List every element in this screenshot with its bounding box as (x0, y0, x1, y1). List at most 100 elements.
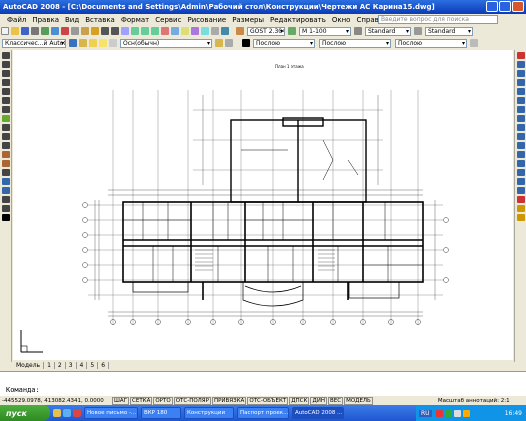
menu-tools[interactable]: Сервис (152, 16, 184, 24)
menu-file[interactable]: Файл (4, 16, 29, 24)
minimize-button[interactable] (486, 1, 498, 12)
multiline-text-icon[interactable] (2, 214, 10, 221)
grid-toggle[interactable]: СЕТКА (130, 396, 153, 405)
lwt-toggle[interactable]: ВЕС (327, 396, 344, 405)
workspace-select[interactable]: Классичес...й AutoCAD (2, 38, 66, 48)
draw-order-icon[interactable] (517, 205, 525, 212)
workspace-settings-icon[interactable] (69, 39, 77, 47)
menu-format[interactable]: Формат (118, 16, 152, 24)
spline-icon[interactable] (2, 124, 10, 131)
pan-icon[interactable] (121, 27, 129, 35)
polyline-icon[interactable] (2, 70, 10, 77)
ortho-toggle[interactable]: ОРТО (153, 396, 173, 405)
dim-style-select[interactable]: М 1-100 (299, 26, 351, 36)
layer-properties-icon[interactable] (79, 39, 87, 47)
zoom-icon[interactable] (131, 27, 139, 35)
polygon-icon[interactable] (2, 79, 10, 86)
fillet-icon[interactable] (517, 187, 525, 194)
menu-insert[interactable]: Вставка (82, 16, 118, 24)
break-icon[interactable] (517, 160, 525, 167)
language-indicator[interactable]: RU (419, 409, 432, 417)
paste-icon[interactable] (81, 27, 89, 35)
calculator-icon[interactable] (211, 27, 219, 35)
annotation-scale[interactable]: Масштаб аннотаций: 2:1 (438, 398, 510, 404)
task-autocad[interactable]: AutoCAD 2008 ... (292, 407, 344, 419)
tab-layout-1[interactable]: 1 (44, 362, 55, 369)
line-icon[interactable] (2, 52, 10, 59)
arc-icon[interactable] (2, 97, 10, 104)
save-icon[interactable] (21, 27, 29, 35)
drawing-canvas[interactable]: План 1 этажа (13, 50, 513, 360)
menu-modify[interactable]: Редактировать (267, 16, 329, 24)
table-icon[interactable] (2, 205, 10, 212)
break-at-point-icon[interactable] (517, 151, 525, 158)
make-layer-current-icon[interactable] (215, 39, 223, 47)
circle-icon[interactable] (2, 106, 10, 113)
revision-cloud-icon[interactable] (2, 115, 10, 122)
move-icon[interactable] (517, 97, 525, 104)
ellipse-icon[interactable] (2, 133, 10, 140)
menu-window[interactable]: Окно (329, 16, 354, 24)
task-konstrukcii[interactable]: Конструкции (184, 407, 234, 419)
tab-layout-3[interactable]: 3 (66, 362, 77, 369)
layer-previous-icon[interactable] (225, 39, 233, 47)
tray-network-icon[interactable] (444, 409, 452, 417)
gradient-icon[interactable] (2, 187, 10, 194)
task-passport[interactable]: Паспорт проек... (237, 407, 289, 419)
join-icon[interactable] (517, 169, 525, 176)
tool-palettes-icon[interactable] (181, 27, 189, 35)
offset-icon[interactable] (517, 79, 525, 86)
ellipse-arc-icon[interactable] (2, 142, 10, 149)
menu-edit[interactable]: Правка (29, 16, 62, 24)
trim-icon[interactable] (517, 133, 525, 140)
print-icon[interactable] (31, 27, 39, 35)
copy-object-icon[interactable] (517, 61, 525, 68)
tray-update-icon[interactable] (462, 409, 470, 417)
model-toggle[interactable]: МОДЕЛЬ (344, 396, 373, 405)
task-vkr[interactable]: ВКР 180 (141, 407, 181, 419)
plot-preview-icon[interactable] (41, 27, 49, 35)
tray-volume-icon[interactable] (453, 409, 461, 417)
coordinates-readout[interactable]: -445529.0978, 413082.4341, 0.0000 (0, 398, 112, 404)
point-icon[interactable] (2, 169, 10, 176)
new-icon[interactable] (1, 27, 9, 35)
zoom-window-icon[interactable] (141, 27, 149, 35)
explode-icon[interactable] (517, 196, 525, 203)
task-new-letter[interactable]: Новое письмо -... (84, 407, 138, 419)
command-line[interactable]: Команда: (0, 371, 526, 395)
construction-line-icon[interactable] (2, 61, 10, 68)
quicklaunch-folder-icon[interactable] (53, 409, 61, 417)
tab-layout-6[interactable]: 6 (98, 362, 110, 369)
quicklaunch-browser-icon[interactable] (63, 409, 71, 417)
chamfer-icon[interactable] (517, 178, 525, 185)
snap-toggle[interactable]: ШАГ (112, 396, 129, 405)
lineweight-select[interactable]: Послою (395, 38, 467, 48)
redo-icon[interactable] (111, 27, 119, 35)
tab-layout-4[interactable]: 4 (77, 362, 88, 369)
plot-style-icon[interactable] (470, 39, 478, 47)
tray-antivirus-icon[interactable] (435, 409, 443, 417)
text-edit-icon[interactable] (517, 214, 525, 221)
properties-icon[interactable] (161, 27, 169, 35)
polar-toggle[interactable]: ОТС-ПОЛЯР (173, 396, 211, 405)
linetype-select[interactable]: Послою (319, 38, 391, 48)
match-properties-icon[interactable] (91, 27, 99, 35)
mirror-icon[interactable] (517, 70, 525, 77)
help-search-input[interactable]: Введите вопрос для поиска (378, 15, 498, 24)
ducs-toggle[interactable]: ДПСК (289, 396, 310, 405)
cut-icon[interactable] (61, 27, 69, 35)
color-select[interactable]: Послою (253, 38, 315, 48)
tab-layout-2[interactable]: 2 (55, 362, 66, 369)
tab-model[interactable]: Модель (13, 362, 45, 369)
title-bar[interactable]: AutoCAD 2008 - [C:\Documents and Setting… (0, 0, 526, 14)
osnap-toggle[interactable]: ПРИВЯЗКА (211, 396, 247, 405)
open-icon[interactable] (11, 27, 19, 35)
stretch-icon[interactable] (517, 124, 525, 131)
start-button[interactable]: пуск (0, 405, 50, 421)
scale-icon[interactable] (517, 115, 525, 122)
tab-layout-5[interactable]: 5 (87, 362, 99, 369)
hatch-icon[interactable] (2, 178, 10, 185)
publish-icon[interactable] (51, 27, 59, 35)
maximize-button[interactable] (499, 1, 511, 12)
help-icon[interactable] (221, 27, 229, 35)
